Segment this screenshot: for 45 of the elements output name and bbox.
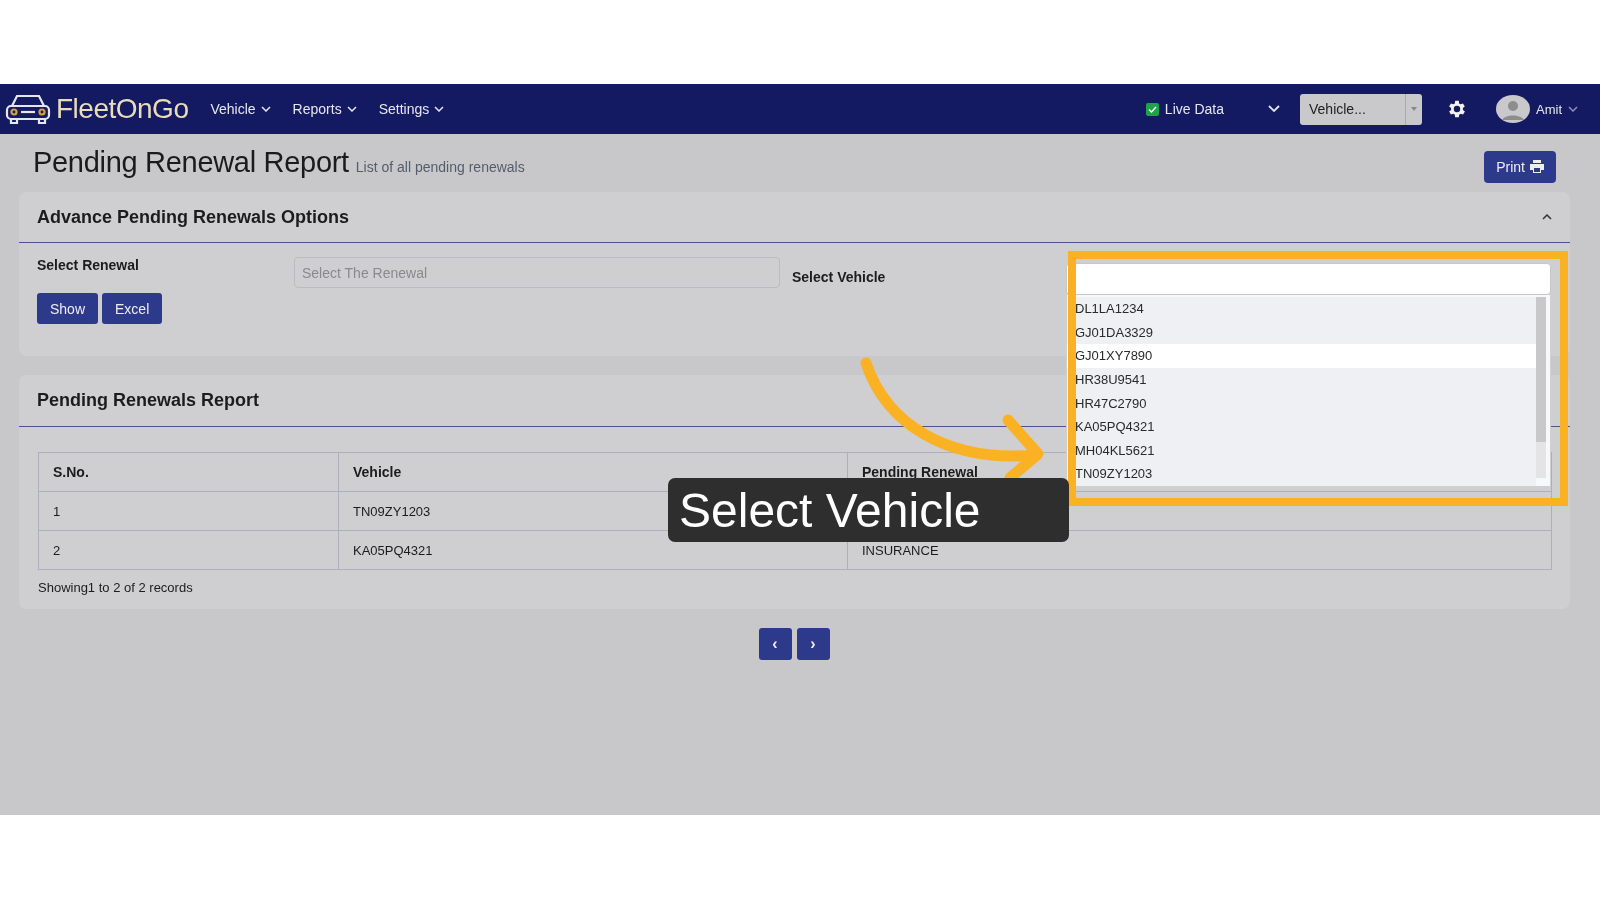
renewal-select[interactable]: Select The Renewal bbox=[294, 257, 780, 288]
chevron-icon[interactable] bbox=[1268, 105, 1280, 113]
vehicle-select[interactable]: Vehicle... bbox=[1300, 93, 1422, 125]
dropdown-option[interactable]: GJ01DA3329 bbox=[1067, 320, 1536, 345]
dropdown-option[interactable]: HR38U9541 bbox=[1067, 367, 1536, 392]
checkbox-label: Live Data bbox=[1164, 101, 1224, 117]
checkbox[interactable] bbox=[1145, 102, 1159, 116]
caret-icon bbox=[346, 106, 357, 112]
printer-icon bbox=[1530, 160, 1544, 173]
nav-menu[interactable]: Settings bbox=[378, 101, 445, 117]
dropdown-option[interactable]: GJ01XY7890 bbox=[1067, 344, 1536, 368]
column-header: S.No. bbox=[38, 452, 339, 492]
dropdown-option[interactable]: HR47C2790 bbox=[1067, 391, 1536, 415]
records-summary: Showing1 to 2 of 2 records bbox=[38, 580, 193, 595]
field-label: Select Renewal bbox=[37, 257, 140, 273]
dropdown-option[interactable]: TN09ZY1203 bbox=[1067, 462, 1536, 486]
table-cell: 2 bbox=[38, 530, 339, 570]
nav-menu[interactable]: Reports bbox=[292, 101, 357, 117]
card-title: Pending Renewals Report bbox=[37, 390, 260, 411]
logo-text[interactable]: FleetOnGo bbox=[56, 93, 189, 125]
user-name[interactable]: Amit bbox=[1536, 101, 1562, 117]
dropdown-option[interactable]: KA05PQ4321 bbox=[1067, 414, 1536, 439]
page-button[interactable]: ‹ bbox=[758, 628, 792, 660]
page-title: Pending Renewal Report bbox=[33, 146, 349, 179]
card-title: Advance Pending Renewals Options bbox=[37, 206, 351, 228]
dropdown-option[interactable]: MH04KL5621 bbox=[1067, 438, 1536, 463]
scrollbar[interactable] bbox=[1536, 297, 1546, 478]
avatar-icon[interactable] bbox=[1496, 95, 1530, 123]
print-button[interactable]: Print bbox=[1484, 150, 1556, 183]
caret-icon bbox=[260, 106, 271, 112]
action-button[interactable]: Show bbox=[37, 293, 99, 324]
table-cell: 1 bbox=[38, 491, 339, 531]
vehicle-search-field[interactable] bbox=[1066, 263, 1551, 295]
page-button[interactable]: › bbox=[796, 628, 830, 660]
caret-icon bbox=[1568, 106, 1578, 112]
car-icon bbox=[4, 92, 52, 126]
page-subtitle: List of all pending renewals bbox=[355, 159, 525, 175]
nav-menu[interactable]: Vehicle bbox=[210, 101, 271, 117]
caret-icon bbox=[434, 106, 445, 112]
settings-icon[interactable] bbox=[1446, 98, 1468, 120]
dropdown-option[interactable]: DL1LA1234 bbox=[1067, 297, 1536, 321]
collapse-icon[interactable] bbox=[1542, 214, 1552, 220]
action-button[interactable]: Excel bbox=[102, 293, 163, 324]
field-label: Select Vehicle bbox=[791, 268, 887, 287]
callout-text: Select Vehicle bbox=[668, 478, 1069, 542]
